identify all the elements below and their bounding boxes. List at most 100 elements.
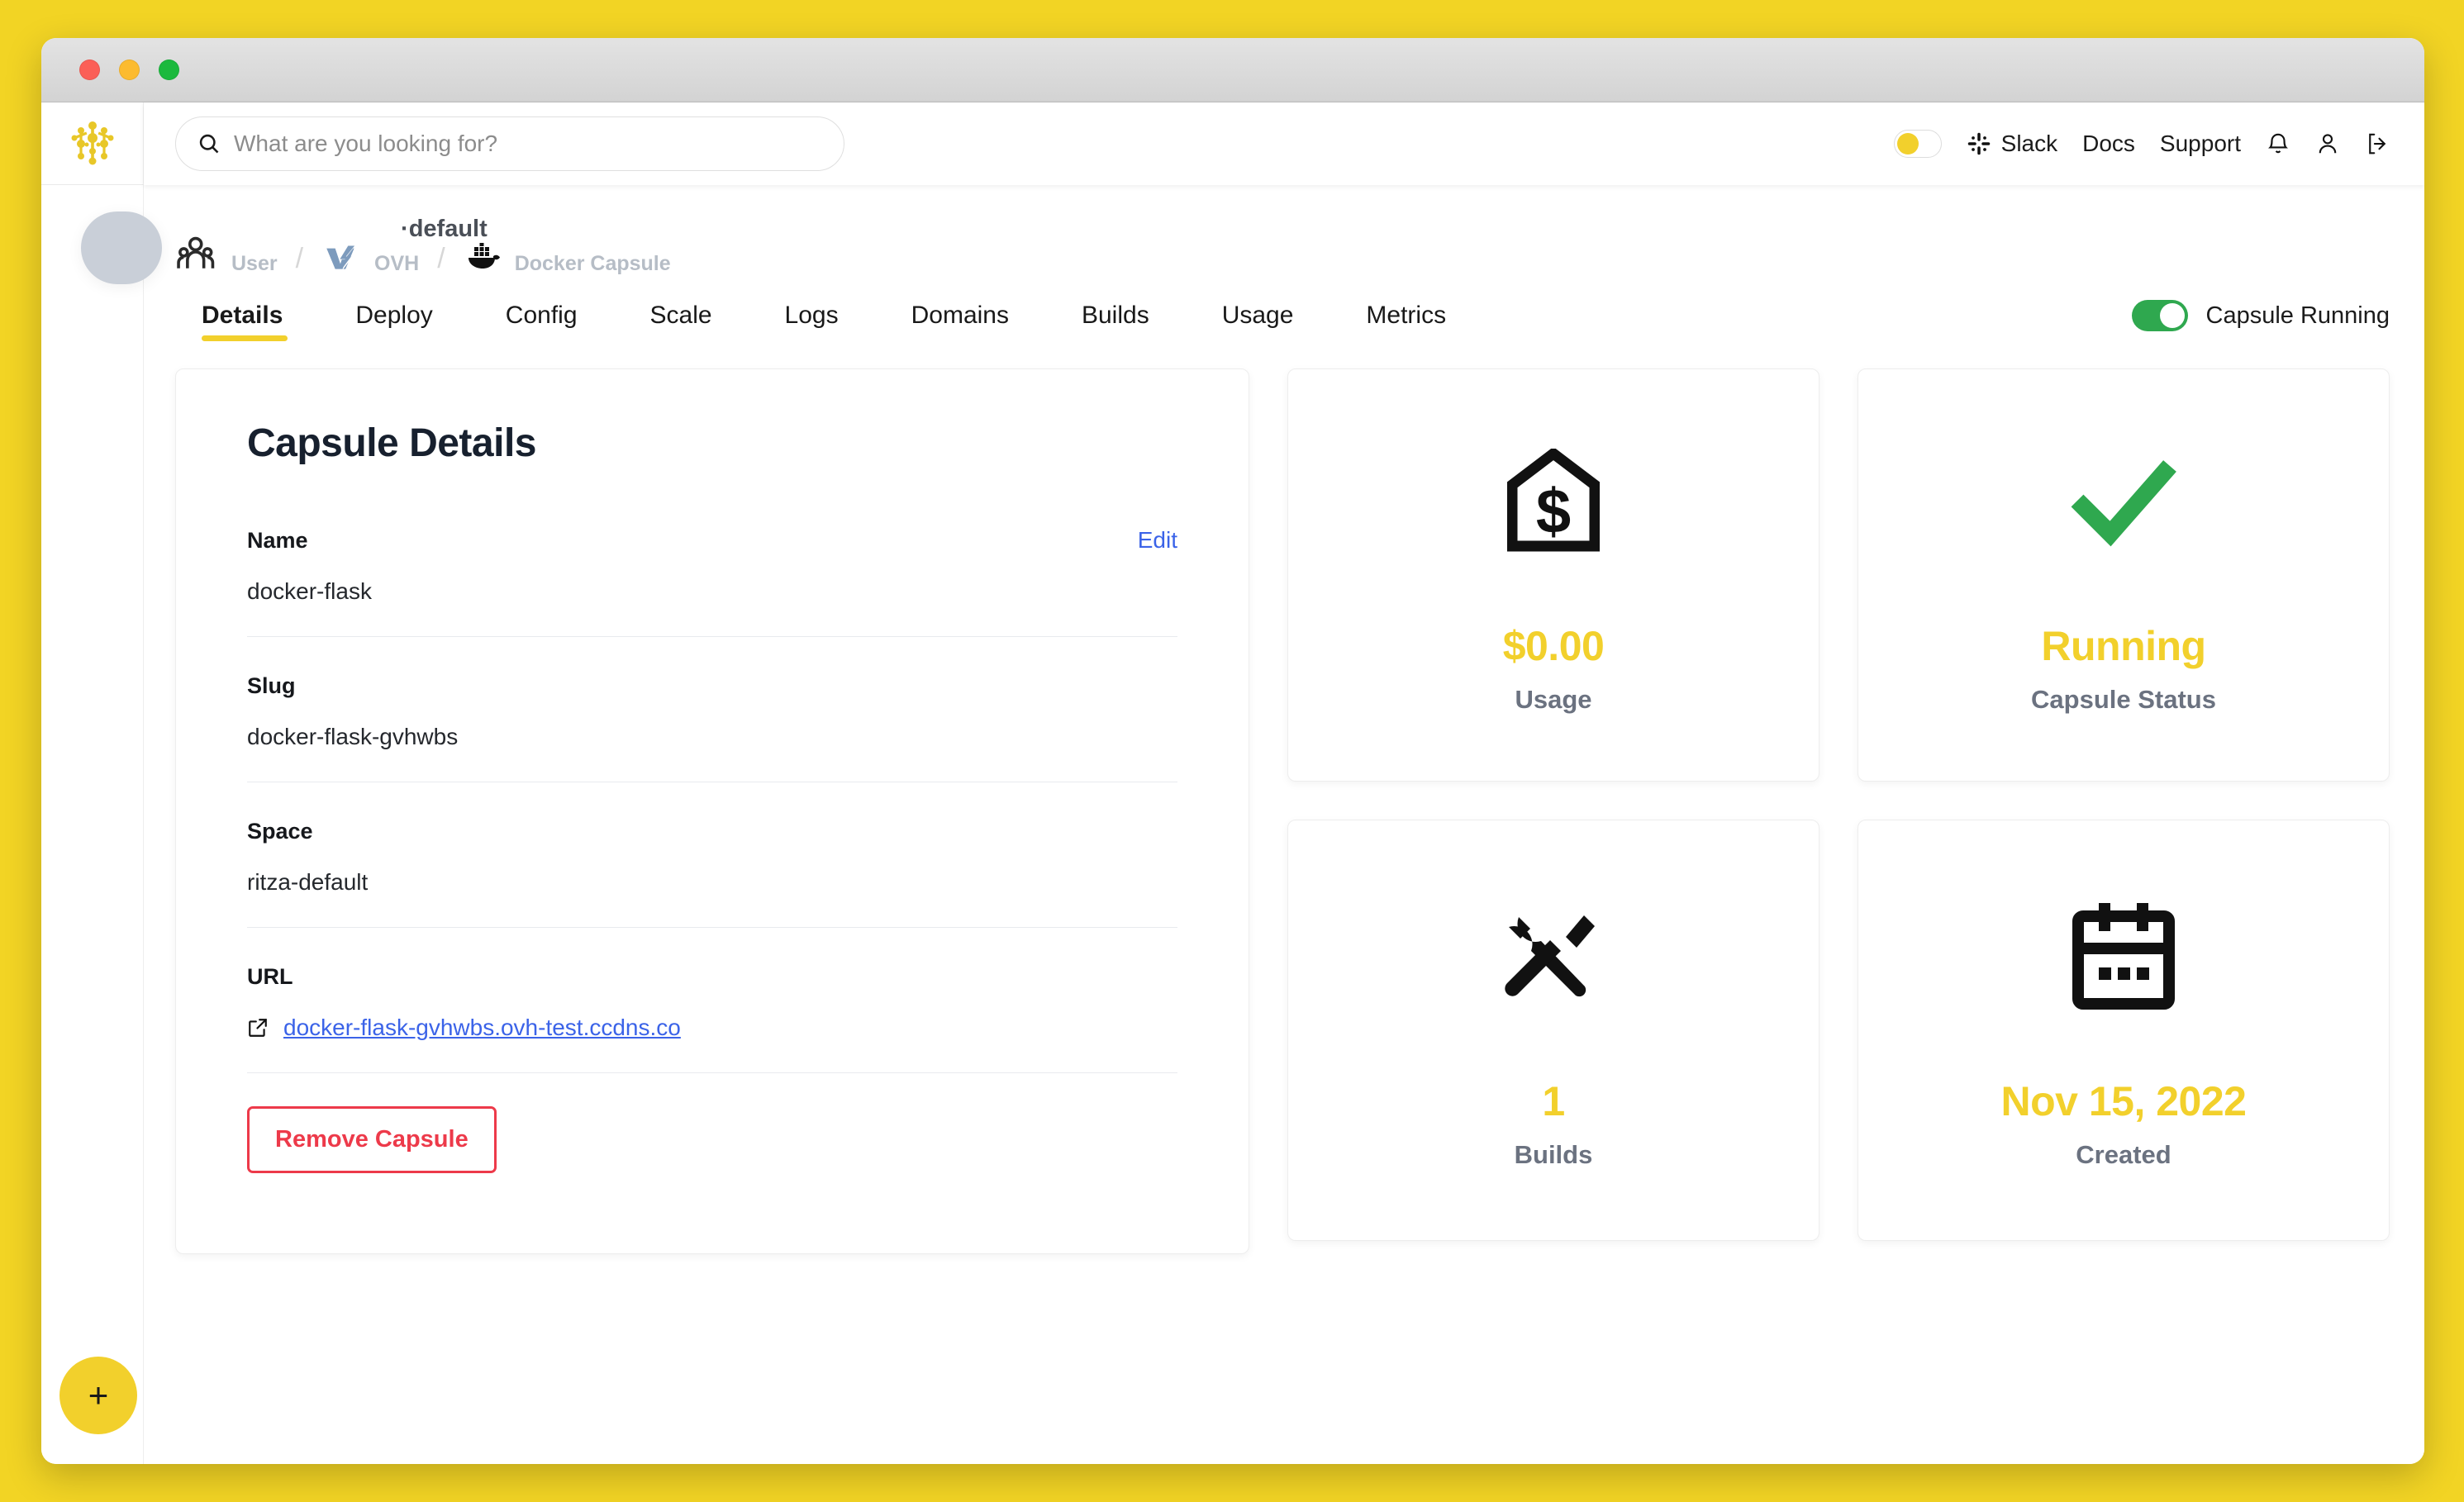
breadcrumb-space-overflow: ·default [401, 216, 488, 242]
field-name: Name Edit docker-flask [247, 527, 1177, 637]
field-name-value: docker-flask [247, 578, 372, 604]
field-slug-header: Slug [247, 673, 1177, 699]
remove-capsule-button[interactable]: Remove Capsule [247, 1106, 497, 1173]
slack-link-label: Slack [2000, 131, 2058, 156]
breadcrumb-item-capsule[interactable]: Docker Capsule [464, 243, 671, 278]
ovh-logo-icon [326, 245, 356, 271]
sidebar-loading-placeholder [81, 212, 162, 284]
builds-value: 1 [1542, 1077, 1565, 1124]
logout-button[interactable] [2365, 131, 2390, 156]
stat-card-created[interactable]: Nov 15, 2022 Created [1858, 820, 2390, 1241]
capsule-running-label: Capsule Running [2205, 302, 2390, 329]
external-link-icon [249, 1019, 267, 1037]
capsule-details-card: Capsule Details Name Edit docker-flask S… [175, 368, 1249, 1254]
account-button[interactable] [2315, 131, 2340, 156]
created-value: Nov 15, 2022 [2000, 1077, 2247, 1124]
stat-card-usage[interactable]: $ $0.00 Usage [1287, 368, 1819, 782]
status-value: Running [2041, 622, 2206, 669]
tabs: Details Deploy Config Scale Logs Domains… [175, 290, 1482, 341]
builds-label: Builds [1514, 1139, 1593, 1169]
theme-toggle[interactable] [1893, 130, 1942, 158]
notifications-button[interactable] [2266, 131, 2290, 156]
slack-link[interactable]: Slack [1967, 131, 2057, 157]
tab-logs[interactable]: Logs [749, 290, 875, 341]
created-label: Created [2076, 1139, 2171, 1169]
builds-icon-wrap [1505, 894, 1602, 1018]
tab-metrics[interactable]: Metrics [1330, 290, 1482, 341]
top-navigation-bar: Slack Docs Support [144, 102, 2424, 185]
stat-card-status[interactable]: Running Capsule Status [1858, 368, 2390, 782]
stat-card-builds[interactable]: 1 Builds [1287, 820, 1819, 1241]
status-label: Capsule Status [2031, 684, 2216, 714]
edit-name-link[interactable]: Edit [1138, 527, 1177, 554]
docker-whale-icon [468, 243, 500, 269]
field-name-label: Name [247, 528, 308, 553]
breadcrumb-item-user[interactable]: User [175, 233, 278, 278]
close-window-button[interactable] [79, 59, 100, 80]
tab-usage[interactable]: Usage [1186, 290, 1330, 341]
logout-icon [2369, 133, 2386, 154]
capsule-url-link[interactable]: docker-flask-gvhwbs.ovh-test.ccdns.co [283, 1015, 681, 1041]
minimize-window-button[interactable] [119, 59, 140, 80]
status-icon-wrap [2066, 439, 2181, 563]
page-title: Capsule Details [247, 421, 536, 465]
search-icon [199, 134, 219, 154]
tab-bar: Details Deploy Config Scale Logs Domains… [144, 278, 2424, 354]
tools-icon [1505, 915, 1595, 996]
tab-domains[interactable]: Domains [875, 290, 1045, 341]
breadcrumb-item-ovh[interactable]: OVH ·default [321, 216, 488, 278]
field-space: Space ritza-default [247, 819, 1177, 928]
user-icon [2319, 134, 2337, 154]
zoom-window-button[interactable] [159, 59, 179, 80]
left-sidebar: + [41, 102, 162, 1464]
created-icon-wrap [2072, 894, 2176, 1018]
breadcrumb-label-ovh: OVH [374, 252, 420, 275]
capsule-running-toggle-group: Capsule Running [2131, 300, 2390, 331]
content-area: Capsule Details Name Edit docker-flask S… [144, 354, 2424, 1464]
checkmark-icon [2071, 459, 2176, 546]
create-new-button[interactable]: + [59, 1357, 137, 1434]
tab-details[interactable]: Details [175, 290, 319, 341]
tab-builds[interactable]: Builds [1045, 290, 1186, 341]
breadcrumb-separator: / [295, 243, 304, 274]
docs-link[interactable]: Docs [2082, 131, 2135, 157]
app-logo[interactable] [41, 102, 144, 185]
users-group-icon [177, 236, 215, 269]
field-slug-label: Slug [247, 673, 296, 698]
theme-toggle-knob [1896, 133, 1919, 154]
breadcrumb-label-capsule: Docker Capsule [514, 252, 671, 275]
capsule-running-toggle[interactable] [2131, 300, 2188, 331]
svg-text:$: $ [1536, 477, 1571, 547]
field-space-label: Space [247, 819, 313, 844]
price-tag-dollar-icon: $ [1507, 448, 1600, 551]
field-url-value-row: docker-flask-gvhwbs.ovh-test.ccdns.co [247, 1015, 1177, 1041]
window-titlebar [41, 38, 2424, 102]
top-nav-links: Slack Docs Support [1893, 130, 2390, 158]
browser-window: + What are you looking for? Slack Docs S… [41, 38, 2424, 1464]
capsule-running-toggle-knob [2159, 303, 2185, 328]
tab-deploy[interactable]: Deploy [319, 290, 469, 341]
field-url-label: URL [247, 964, 293, 989]
breadcrumb: User / OVH ·default / Docker Capsule [144, 185, 2424, 278]
breadcrumb-label-user: User [231, 252, 278, 275]
traffic-lights [79, 59, 179, 80]
slack-icon [1967, 132, 1990, 155]
field-space-value: ritza-default [247, 869, 369, 895]
usage-label: Usage [1515, 684, 1592, 714]
usage-value: $0.00 [1502, 622, 1605, 669]
tab-scale[interactable]: Scale [614, 290, 749, 341]
support-link[interactable]: Support [2160, 131, 2241, 157]
main-area: Slack Docs Support [144, 102, 2424, 1464]
calendar-icon [2072, 902, 2175, 1010]
capsule-network-logo-icon [71, 121, 113, 164]
search-box[interactable] [175, 116, 844, 171]
field-space-header: Space [247, 819, 1177, 844]
field-slug: Slug docker-flask-gvhwbs [247, 673, 1177, 782]
tab-config[interactable]: Config [469, 290, 614, 341]
field-name-header: Name Edit [247, 527, 1177, 554]
search-input[interactable] [234, 131, 822, 157]
window-body: + What are you looking for? Slack Docs S… [41, 102, 2424, 1464]
field-url: URL docker-flask-gvhwbs.ovh-test.ccdns.c… [247, 964, 1177, 1073]
bell-icon [2268, 133, 2288, 154]
breadcrumb-separator-2: / [437, 243, 445, 274]
